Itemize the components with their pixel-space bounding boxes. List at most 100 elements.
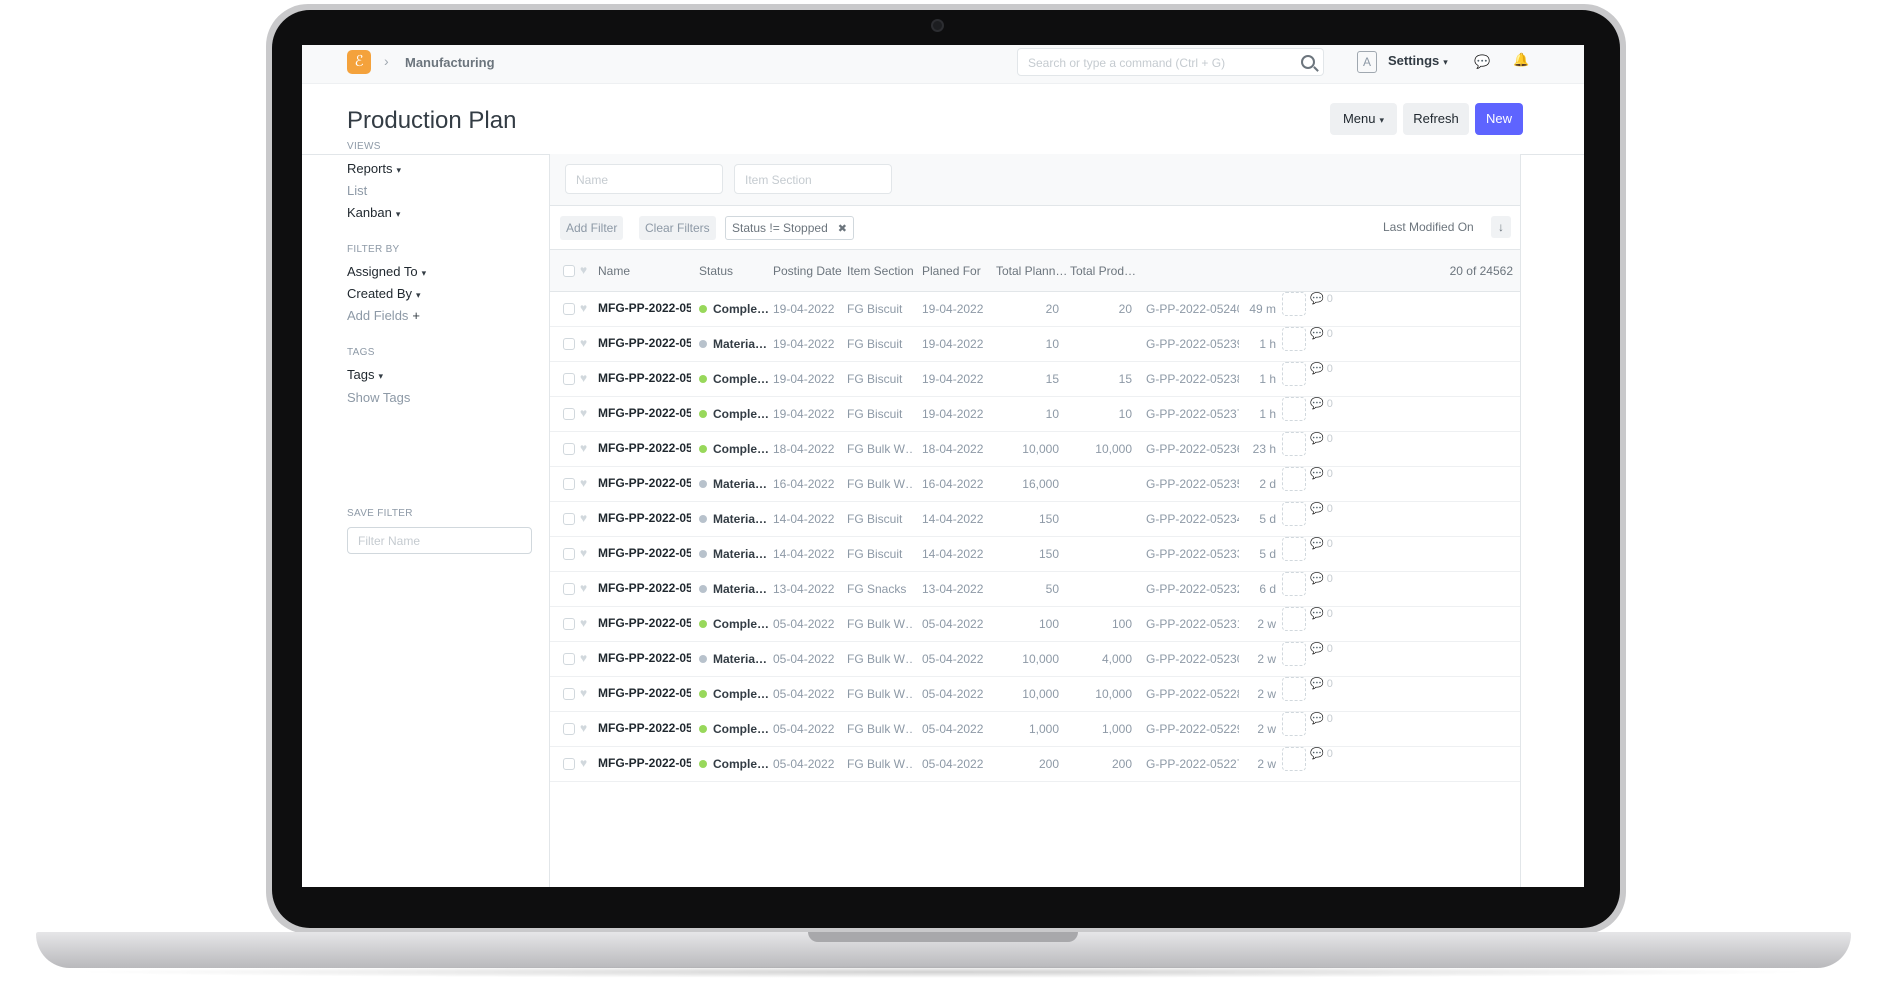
heart-icon[interactable]: ♥ bbox=[580, 721, 587, 735]
header-name[interactable]: Name bbox=[598, 264, 630, 278]
row-checkbox[interactable] bbox=[563, 583, 575, 595]
row-name[interactable]: MFG-PP-2022-05 bbox=[598, 616, 691, 630]
item-section-filter-input[interactable]: Item Section bbox=[734, 164, 892, 194]
table-row[interactable]: ♥ MFG-PP-2022-05 Materia… 13-04-2022 FG … bbox=[550, 572, 1520, 607]
assign-avatar-slot[interactable] bbox=[1282, 537, 1306, 561]
settings-dropdown[interactable]: Settings ▾ bbox=[1388, 53, 1448, 68]
avatar[interactable]: A bbox=[1357, 51, 1377, 73]
table-row[interactable]: ♥ MFG-PP-2022-05 Materia… 19-04-2022 FG … bbox=[550, 327, 1520, 362]
header-total-planned[interactable]: Total Plann… bbox=[996, 264, 1067, 278]
heart-icon[interactable]: ♥ bbox=[580, 301, 587, 315]
assign-avatar-slot[interactable] bbox=[1282, 432, 1306, 456]
row-name[interactable]: MFG-PP-2022-05 bbox=[598, 756, 691, 770]
sidebar-item-add-fields[interactable]: Add Fields + bbox=[347, 308, 420, 323]
heart-icon[interactable]: ♥ bbox=[580, 441, 587, 455]
chat-icon[interactable]: 💬 bbox=[1474, 54, 1490, 70]
row-name[interactable]: MFG-PP-2022-05 bbox=[598, 721, 691, 735]
assign-avatar-slot[interactable] bbox=[1282, 397, 1306, 421]
heart-icon[interactable]: ♥ bbox=[580, 511, 587, 525]
assign-avatar-slot[interactable] bbox=[1282, 712, 1306, 736]
header-status[interactable]: Status bbox=[699, 264, 733, 278]
search-input[interactable]: Search or type a command (Ctrl + G) bbox=[1017, 48, 1324, 76]
row-checkbox[interactable] bbox=[563, 478, 575, 490]
sidebar-item-created-by[interactable]: Created By ▾ bbox=[347, 286, 421, 301]
row-checkbox[interactable] bbox=[563, 303, 575, 315]
assign-avatar-slot[interactable] bbox=[1282, 362, 1306, 386]
assign-avatar-slot[interactable] bbox=[1282, 292, 1306, 316]
assign-avatar-slot[interactable] bbox=[1282, 327, 1306, 351]
breadcrumb[interactable]: Manufacturing bbox=[405, 55, 495, 70]
heart-icon[interactable]: ♥ bbox=[580, 406, 587, 420]
table-row[interactable]: ♥ MFG-PP-2022-05 Materia… 14-04-2022 FG … bbox=[550, 537, 1520, 572]
heart-icon[interactable]: ♥ bbox=[580, 686, 587, 700]
sort-selector[interactable]: Last Modified On bbox=[1383, 220, 1474, 234]
name-filter-input[interactable]: Name bbox=[565, 164, 723, 194]
row-checkbox[interactable] bbox=[563, 688, 575, 700]
heart-icon[interactable]: ♥ bbox=[580, 651, 587, 665]
sidebar-item-list[interactable]: List bbox=[347, 183, 367, 198]
new-button[interactable]: New bbox=[1475, 103, 1523, 135]
row-name[interactable]: MFG-PP-2022-05 bbox=[598, 651, 691, 665]
table-row[interactable]: ♥ MFG-PP-2022-05 Comple… 05-04-2022 FG B… bbox=[550, 747, 1520, 782]
row-name[interactable]: MFG-PP-2022-05 bbox=[598, 546, 691, 560]
heart-icon[interactable]: ♥ bbox=[580, 546, 587, 560]
close-icon[interactable]: ✖ bbox=[838, 223, 847, 235]
row-checkbox[interactable] bbox=[563, 723, 575, 735]
row-checkbox[interactable] bbox=[563, 653, 575, 665]
table-row[interactable]: ♥ MFG-PP-2022-05 Comple… 19-04-2022 FG B… bbox=[550, 397, 1520, 432]
row-checkbox[interactable] bbox=[563, 758, 575, 770]
header-total-produced[interactable]: Total Prod… bbox=[1070, 264, 1136, 278]
heart-icon[interactable]: ♥ bbox=[580, 616, 587, 630]
row-checkbox[interactable] bbox=[563, 338, 575, 350]
heart-icon[interactable]: ♥ bbox=[580, 371, 587, 385]
sort-order-icon[interactable]: ↓ bbox=[1491, 216, 1511, 238]
heart-icon[interactable]: ♥ bbox=[580, 336, 587, 350]
header-posting-date[interactable]: Posting Date bbox=[773, 264, 842, 278]
table-row[interactable]: ♥ MFG-PP-2022-05 Comple… 05-04-2022 FG B… bbox=[550, 677, 1520, 712]
row-name[interactable]: MFG-PP-2022-05 bbox=[598, 476, 691, 490]
table-row[interactable]: ♥ MFG-PP-2022-05 Comple… 19-04-2022 FG B… bbox=[550, 362, 1520, 397]
assign-avatar-slot[interactable] bbox=[1282, 677, 1306, 701]
row-name[interactable]: MFG-PP-2022-05 bbox=[598, 686, 691, 700]
row-checkbox[interactable] bbox=[563, 548, 575, 560]
row-name[interactable]: MFG-PP-2022-05 bbox=[598, 441, 691, 455]
select-all-checkbox[interactable] bbox=[563, 265, 575, 277]
sidebar-item-kanban[interactable]: Kanban ▾ bbox=[347, 205, 400, 220]
header-item-section[interactable]: Item Section bbox=[847, 264, 914, 278]
row-checkbox[interactable] bbox=[563, 443, 575, 455]
assign-avatar-slot[interactable] bbox=[1282, 502, 1306, 526]
table-row[interactable]: ♥ MFG-PP-2022-05 Materia… 16-04-2022 FG … bbox=[550, 467, 1520, 502]
assign-avatar-slot[interactable] bbox=[1282, 572, 1306, 596]
sidebar-item-show-tags[interactable]: Show Tags bbox=[347, 390, 410, 405]
row-name[interactable]: MFG-PP-2022-05 bbox=[598, 301, 691, 315]
row-checkbox[interactable] bbox=[563, 373, 575, 385]
heart-icon[interactable]: ♥ bbox=[580, 476, 587, 490]
sidebar-item-assigned-to[interactable]: Assigned To ▾ bbox=[347, 264, 426, 279]
assign-avatar-slot[interactable] bbox=[1282, 642, 1306, 666]
add-filter-button[interactable]: Add Filter bbox=[560, 216, 624, 240]
row-name[interactable]: MFG-PP-2022-05 bbox=[598, 406, 691, 420]
table-row[interactable]: ♥ MFG-PP-2022-05 Comple… 18-04-2022 FG B… bbox=[550, 432, 1520, 467]
heart-icon[interactable]: ♥ bbox=[580, 581, 587, 595]
row-name[interactable]: MFG-PP-2022-05 bbox=[598, 371, 691, 385]
row-name[interactable]: MFG-PP-2022-05 bbox=[598, 336, 691, 350]
table-row[interactable]: ♥ MFG-PP-2022-05 Materia… 14-04-2022 FG … bbox=[550, 502, 1520, 537]
table-row[interactable]: ♥ MFG-PP-2022-05 Materia… 05-04-2022 FG … bbox=[550, 642, 1520, 677]
app-logo-icon[interactable]: ℰ bbox=[347, 50, 371, 74]
sidebar-item-reports[interactable]: Reports ▾ bbox=[347, 161, 401, 176]
refresh-button[interactable]: Refresh bbox=[1403, 103, 1469, 135]
clear-filters-button[interactable]: Clear Filters bbox=[639, 216, 716, 240]
active-filter-tag[interactable]: Status != Stopped ✖ bbox=[725, 216, 854, 240]
table-row[interactable]: ♥ MFG-PP-2022-05 Comple… 19-04-2022 FG B… bbox=[550, 292, 1520, 327]
row-name[interactable]: MFG-PP-2022-05 bbox=[598, 581, 691, 595]
bell-icon[interactable]: 🔔 bbox=[1513, 52, 1529, 68]
menu-button[interactable]: Menu ▾ bbox=[1330, 103, 1397, 135]
assign-avatar-slot[interactable] bbox=[1282, 747, 1306, 771]
assign-avatar-slot[interactable] bbox=[1282, 467, 1306, 491]
header-planed-for[interactable]: Planed For bbox=[922, 264, 981, 278]
heart-icon[interactable]: ♥ bbox=[580, 756, 587, 770]
table-row[interactable]: ♥ MFG-PP-2022-05 Comple… 05-04-2022 FG B… bbox=[550, 607, 1520, 642]
row-name[interactable]: MFG-PP-2022-05 bbox=[598, 511, 691, 525]
row-checkbox[interactable] bbox=[563, 513, 575, 525]
assign-avatar-slot[interactable] bbox=[1282, 607, 1306, 631]
